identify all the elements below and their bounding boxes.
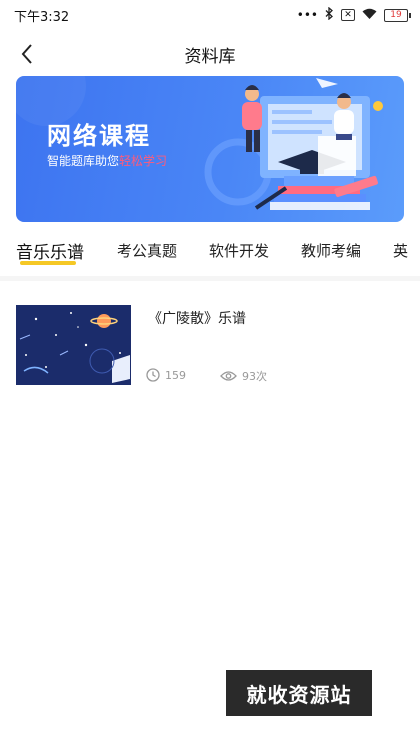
tab-english[interactable]: 英 [393,240,408,261]
active-tab-indicator [20,261,76,265]
tab-civil-service-exams[interactable]: 考公真题 [117,240,177,261]
banner-subtitle-highlight: 轻松学习 [119,154,168,168]
status-time: 下午3:32 [14,9,70,25]
header: 资料库 [0,34,420,74]
banner[interactable]: 网络课程 智能题库助您轻松学习 [16,76,404,222]
battery-icon: 19 [384,8,411,22]
tab-software-development[interactable]: 软件开发 [209,240,269,261]
banner-subtitle-text: 智能题库助您 [47,154,120,168]
status-icons: ••• ✕ 19 [296,6,411,23]
banner-subtitle: 智能题库助您轻松学习 [47,152,167,169]
status-bar: 下午3:32 ••• ✕ 19 [0,0,420,30]
watermark-label: 就收资源站 [226,670,372,716]
clock-icon [146,368,160,382]
tab-music-scores[interactable]: 音乐乐谱 [16,238,84,263]
list-item[interactable]: 《广陵散》乐谱 159 93次 [16,305,406,387]
signal-dots-icon: ••• [296,8,318,22]
banner-title: 网络课程 [47,122,151,150]
item-title: 《广陵散》乐谱 [148,311,246,327]
chevron-left-icon [21,44,32,64]
bluetooth-icon [325,6,334,23]
item-thumbnail [16,305,131,385]
back-button[interactable] [12,38,42,70]
item-duration: 159 [146,368,186,382]
item-views-value: 93次 [242,370,267,383]
eye-icon [220,371,237,381]
tab-teacher-exams[interactable]: 教师考编 [301,240,361,261]
no-sim-icon: ✕ [341,9,355,21]
wifi-icon [362,8,377,23]
item-duration-value: 159 [165,368,186,382]
item-views: 93次 [220,368,267,384]
page-title: 资料库 [184,46,236,67]
section-divider [0,276,420,281]
category-tabs: 音乐乐谱 考公真题 软件开发 教师考编 英 [0,232,420,276]
